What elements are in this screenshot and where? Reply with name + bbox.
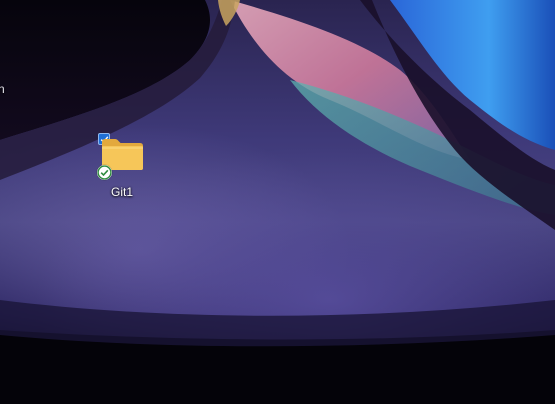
- desktop-icon-label: Git1: [110, 185, 133, 199]
- desktop-edge-label: n: [0, 82, 5, 96]
- desktop[interactable]: n Git1: [0, 0, 555, 404]
- wallpaper: [0, 0, 555, 404]
- desktop-icon-git1[interactable]: Git1: [94, 130, 150, 202]
- synced-check-icon: [97, 165, 112, 180]
